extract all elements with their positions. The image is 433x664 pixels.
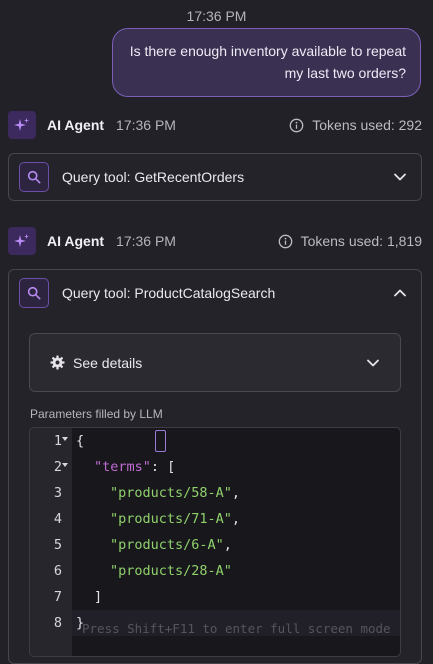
json-string: "products/58-A": [110, 485, 232, 501]
sparkle-icon: [14, 118, 29, 131]
code-text: ]: [94, 589, 103, 605]
user-message-line-1: Is there enough inventory available to r…: [129, 43, 406, 59]
tool-call-label: Query tool: GetRecentOrders: [62, 169, 245, 185]
fullscreen-hint: Press Shift+F11 to enter full screen mod…: [82, 621, 391, 636]
search-icon: [27, 170, 41, 184]
tool-call-card: Query tool: GetRecentOrders: [8, 153, 422, 201]
bracket-match-highlight: [155, 430, 167, 452]
code-line: 1 {: [30, 428, 400, 454]
gear-icon: [50, 355, 65, 370]
info-icon: [278, 234, 292, 248]
code-punct: ,: [231, 485, 241, 501]
tokens-used-label: Tokens used: 1,819: [300, 233, 422, 249]
tokens-used: Tokens used: 292: [289, 117, 422, 133]
json-code-editor[interactable]: 1 { 2 "terms": [ 3 "products/58-A", 4 "p…: [29, 427, 401, 657]
see-details-toggle[interactable]: See details: [29, 333, 401, 392]
tokens-used: Tokens used: 1,819: [278, 233, 422, 249]
code-line: 2 "terms": [: [30, 454, 400, 480]
parameters-label: Parameters filled by LLM: [30, 407, 163, 421]
chevron-up-icon[interactable]: [393, 286, 407, 300]
code-punct: ,: [231, 511, 241, 527]
code-punct: ,: [223, 537, 232, 553]
tool-icon: [19, 162, 49, 192]
json-string: "products/71-A": [110, 511, 232, 527]
code-line: 3 "products/58-A",: [30, 480, 400, 506]
fold-arrow-icon[interactable]: [62, 437, 68, 442]
tool-call-toggle[interactable]: Query tool: GetRecentOrders: [9, 154, 421, 200]
user-message-bubble: Is there enough inventory available to r…: [112, 28, 421, 97]
line-number: 3: [53, 485, 62, 501]
code-punct: : [: [150, 459, 176, 475]
line-number: 6: [53, 563, 62, 579]
agent-avatar: [8, 227, 36, 255]
info-icon: [289, 118, 304, 132]
line-number: 8: [53, 615, 62, 631]
search-icon: [27, 286, 41, 300]
line-number: 2: [53, 459, 62, 475]
tokens-used-label: Tokens used: 292: [312, 117, 422, 133]
sparkle-icon: [14, 234, 29, 247]
json-string: "products/28-A": [110, 563, 232, 579]
see-details-label: See details: [73, 354, 143, 371]
tool-call-card: Query tool: ProductCatalogSearch See det…: [8, 269, 422, 664]
chevron-down-icon[interactable]: [366, 356, 380, 370]
chevron-down-icon[interactable]: [393, 170, 407, 184]
line-number: 5: [53, 537, 62, 553]
agent-timestamp: 17:36 PM: [116, 117, 176, 133]
agent-header: AI Agent 17:36 PM Tokens used: 292: [8, 111, 422, 139]
line-number: 4: [53, 511, 62, 527]
tool-call-label: Query tool: ProductCatalogSearch: [62, 285, 276, 301]
agent-name: AI Agent: [47, 117, 105, 133]
json-key: "terms": [94, 459, 151, 475]
agent-avatar: [8, 111, 36, 139]
line-number: 7: [53, 589, 62, 605]
tool-icon: [19, 278, 49, 308]
fold-arrow-icon[interactable]: [62, 463, 68, 468]
tool-call-toggle[interactable]: Query tool: ProductCatalogSearch: [9, 270, 421, 316]
message-timestamp: 17:36 PM: [186, 8, 247, 24]
code-line: 5 "products/6-A",: [30, 532, 400, 558]
line-number: 1: [53, 433, 62, 449]
code-text: {: [76, 433, 85, 449]
code-line: 6 "products/28-A": [30, 558, 400, 584]
user-message-line-2: my last two orders?: [284, 65, 406, 81]
code-line: 4 "products/71-A",: [30, 506, 400, 532]
agent-header: AI Agent 17:36 PM Tokens used: 1,819: [8, 227, 422, 255]
json-string: "products/6-A": [110, 537, 224, 553]
agent-name: AI Agent: [47, 233, 105, 249]
agent-timestamp: 17:36 PM: [116, 233, 176, 249]
code-line: 7 ]: [30, 584, 400, 610]
